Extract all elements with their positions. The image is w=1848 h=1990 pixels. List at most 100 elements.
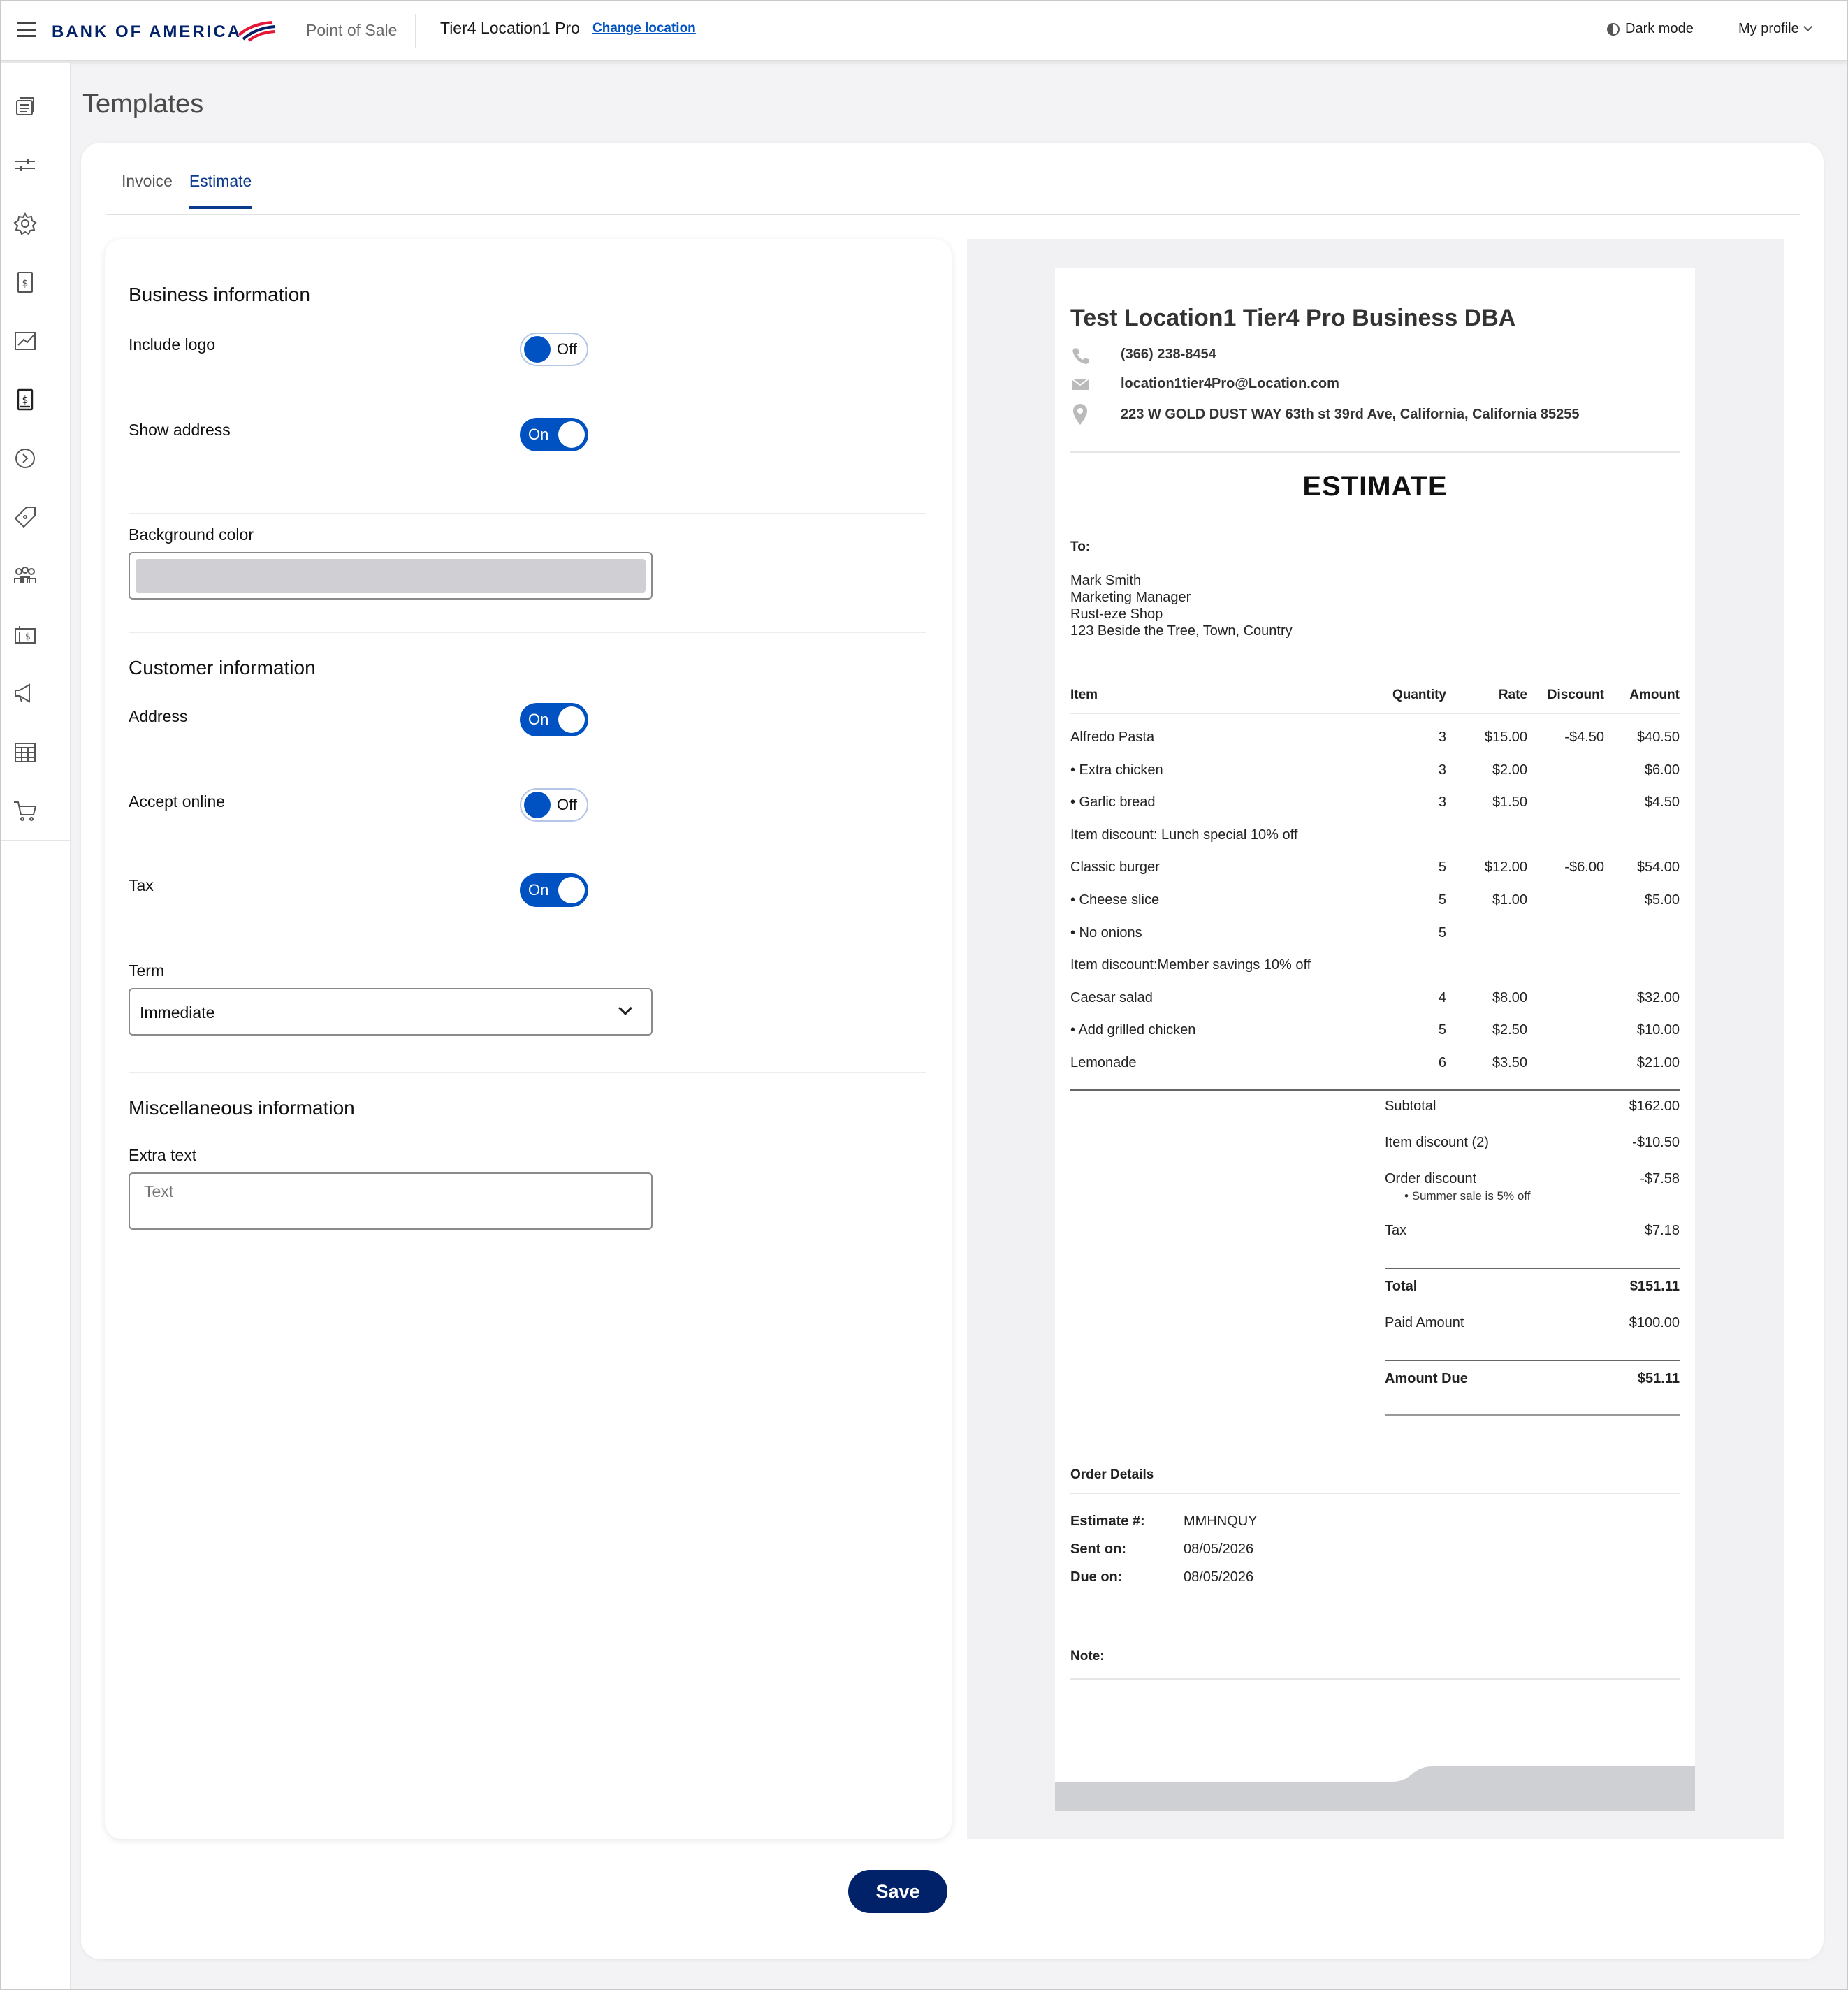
toggle-state: Off [557,796,577,813]
marketing-icon[interactable] [11,679,39,707]
item-cell: • Add grilled chicken [1070,1022,1196,1038]
table-row: • Add grilled chicken 5 $2.50 $10.00 [1055,1022,1695,1050]
order-discount-note: • Summer sale is 5% off [1404,1189,1531,1203]
flag-logo-icon [238,21,276,42]
amount-cell: $5.00 [1644,892,1680,908]
table-row: Caesar salad 4 $8.00 $32.00 [1055,990,1695,1018]
rate-cell: $12.00 [1484,859,1527,875]
sliders-icon[interactable] [11,151,39,179]
address-toggle[interactable]: On [520,703,588,736]
section-divider [129,632,926,633]
sent-on-row: Sent on: 08/05/2026 [1070,1541,1253,1557]
rate-cell: $1.50 [1492,794,1527,810]
quantity-cell: 3 [1438,794,1446,810]
sent-on-label: Sent on: [1070,1541,1126,1557]
quantity-cell: 4 [1438,990,1446,1005]
template-tabs: Invoice Estimate [122,172,252,209]
show-address-toggle[interactable]: On [520,418,588,451]
table-row: Lemonade 6 $3.50 $21.00 [1055,1055,1695,1083]
chevron-down-icon [1803,22,1812,31]
recipient-title: Marketing Manager [1070,590,1191,605]
term-label: Term [129,961,165,980]
tax-label: Tax [1385,1223,1407,1238]
recipient-name: Mark Smith [1070,573,1142,588]
amount-due-value: $51.11 [1637,1371,1680,1386]
table-row: • Garlic bread 3 $1.50 $4.50 [1055,794,1695,822]
rate-cell: $8.00 [1492,990,1527,1005]
table-row: • No onions 5 [1055,925,1695,953]
business-address: 223 W GOLD DUST WAY 63th st 39rd Ave, Ca… [1121,407,1580,422]
order-details-heading: Order Details [1070,1467,1154,1482]
toggle-state: On [528,426,549,443]
order-discount-note-text: Summer sale is 5% off [1411,1189,1531,1203]
background-color-picker[interactable] [129,552,653,600]
estimate-number-row: Estimate #: MMHNQUY [1070,1513,1258,1530]
table-row: Alfredo Pasta 3 $15.00 -$4.50 $40.50 [1055,729,1695,757]
customers-icon[interactable] [11,562,39,590]
reports-icon[interactable] [11,327,39,355]
paid-amount-value: $100.00 [1629,1315,1680,1330]
section-divider [129,513,926,514]
toggle-knob [524,792,551,818]
order-details-divider [1070,1492,1680,1494]
svg-text:$: $ [22,278,29,289]
app-window: BANK OF AMERICA Point of Sale Tier4 Loca… [0,0,1848,1990]
customer-info-heading: Customer information [129,657,316,678]
rate-cell: $3.50 [1492,1055,1527,1070]
accept-online-toggle[interactable]: Off [520,788,588,822]
settings-panel: Business information Include logo Off Sh… [105,239,952,1839]
term-select[interactable]: Immediate [129,988,653,1036]
subtotal-value: $162.00 [1629,1098,1680,1114]
tax-toggle[interactable]: On [520,873,588,907]
invoice-icon[interactable]: $ [11,268,39,296]
email-icon [1071,378,1089,390]
amount-cell: $6.00 [1644,762,1680,778]
item-discount-label: Item discount (2) [1385,1135,1489,1150]
item-cell: Item discount: Lunch special 10% off [1070,827,1298,843]
toggle-state: On [528,881,549,899]
include-logo-label: Include logo [129,335,216,354]
estimate-number-label: Estimate #: [1070,1513,1145,1529]
tab-estimate[interactable]: Estimate [189,172,252,209]
calendar-icon[interactable] [11,738,39,766]
gift-card-icon[interactable]: $ [11,620,39,648]
gear-icon[interactable] [11,210,39,238]
address-label: Address [129,707,188,725]
amount-cell: $4.50 [1644,794,1680,810]
discount-cell: -$6.00 [1564,859,1604,875]
extra-text-input[interactable] [129,1172,653,1230]
item-cell: Lemonade [1070,1055,1137,1070]
include-logo-toggle[interactable]: Off [520,333,588,366]
toggle-knob [558,706,585,733]
toggle-state: On [528,711,549,728]
tax-label: Tax [129,876,154,894]
item-cell: Caesar salad [1070,990,1153,1005]
dark-mode-toggle[interactable]: Dark mode [1607,21,1694,37]
note-label: Note: [1070,1649,1105,1664]
background-color-swatch [136,559,646,593]
tips-icon[interactable] [11,444,39,472]
toggle-knob [524,336,551,363]
subtotal-label: Subtotal [1385,1098,1436,1114]
my-profile-menu[interactable]: My profile [1738,21,1812,37]
svg-text:$: $ [25,632,31,641]
product-name: Point of Sale [306,21,398,39]
discounts-icon[interactable] [11,503,39,531]
cart-icon[interactable] [11,797,39,825]
section-divider [129,1072,926,1073]
table-bottom-rule [1070,1089,1680,1091]
save-button[interactable]: Save [848,1870,947,1913]
amount-cell: $40.50 [1636,729,1680,745]
show-address-label: Show address [129,421,231,439]
tab-invoice[interactable]: Invoice [122,172,173,209]
hamburger-menu-icon[interactable] [17,22,36,38]
contrast-icon [1607,22,1620,36]
rate-cell: $2.00 [1492,762,1527,778]
background-color-label: Background color [129,525,254,544]
change-location-link[interactable]: Change location [592,21,696,36]
transactions-icon[interactable] [11,92,39,120]
estimate-icon[interactable]: $ [11,386,39,414]
sidebar-divider [1,840,71,841]
due-on-label: Due on: [1070,1569,1123,1585]
recipient-company: Rust-eze Shop [1070,607,1163,622]
